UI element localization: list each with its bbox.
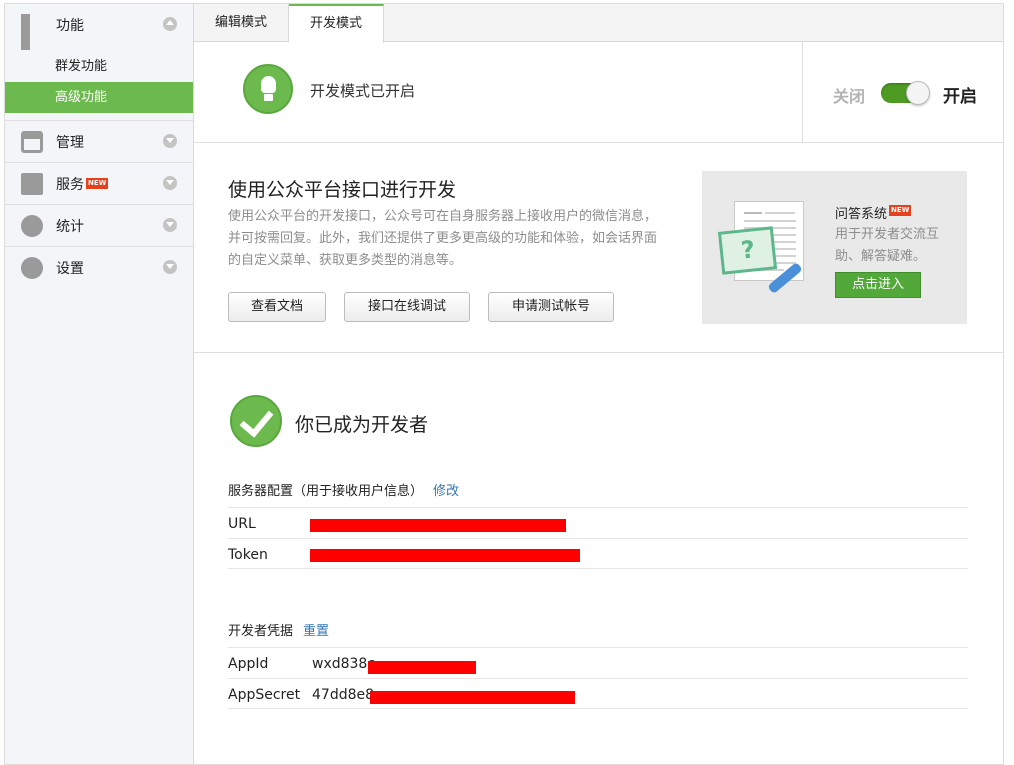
- sidebar-item-advanced[interactable]: 高级功能: [5, 82, 193, 113]
- promo-title: 问答系统 NEW: [835, 205, 912, 222]
- nav-group-service: 服务 NEW: [5, 163, 193, 205]
- appsecret-label: AppSecret: [228, 687, 301, 703]
- gear-icon: [21, 256, 43, 279]
- chevron-down-icon[interactable]: [163, 260, 177, 274]
- nav-stats-label: 统计: [56, 218, 84, 235]
- sidebar-item-mass-send[interactable]: 群发功能: [5, 51, 193, 82]
- new-badge: NEW: [889, 205, 912, 216]
- grid-icon: [21, 13, 43, 50]
- nav-service-label: 服务: [56, 176, 84, 193]
- nav-service[interactable]: 服务 NEW: [5, 163, 193, 204]
- tray-icon: [21, 130, 43, 153]
- url-row: URL: [228, 507, 968, 538]
- toggle-area: 关闭 开启: [802, 42, 1003, 143]
- printer-icon: [21, 172, 43, 195]
- toggle-off-label: 关闭: [833, 87, 866, 106]
- token-label: Token: [228, 547, 268, 563]
- status-text: 开发模式已开启: [310, 82, 416, 100]
- main-panel: 编辑模式 开发模式 开发模式已开启 关闭 开启 使用公众平台接口进行开发 使用公…: [194, 3, 1004, 765]
- redacted-appsecret: [370, 691, 575, 704]
- nav-features-label: 功能: [56, 17, 84, 34]
- nav-settings-label: 设置: [56, 260, 84, 277]
- appsecret-value: 47dd8e8: [312, 687, 375, 703]
- pie-chart-icon: [21, 214, 43, 237]
- server-config-heading: 服务器配置（用于接收用户信息） 修改: [228, 484, 460, 499]
- view-docs-button[interactable]: 查看文档: [228, 292, 326, 322]
- dev-mode-status: 开发模式已开启 关闭 开启: [194, 42, 1003, 143]
- intro-title: 使用公众平台接口进行开发: [228, 179, 457, 201]
- test-account-button[interactable]: 申请测试帐号: [488, 292, 614, 322]
- redacted-token-value: [310, 549, 580, 562]
- toggle-knob[interactable]: [906, 81, 930, 105]
- nav-group-features: 功能 群发功能 高级功能: [5, 4, 193, 121]
- redacted-url-value: [310, 519, 566, 532]
- token-row: Token: [228, 538, 968, 569]
- toggle-on-label: 开启: [943, 87, 977, 107]
- chevron-down-icon[interactable]: [163, 176, 177, 190]
- promo-description: 用于开发者交流互助、解答疑难。: [835, 227, 940, 264]
- chevron-down-icon[interactable]: [163, 134, 177, 148]
- credentials-heading: 开发者凭据 重置: [228, 624, 330, 639]
- enter-qa-button[interactable]: 点击进入: [835, 272, 921, 298]
- api-debug-button[interactable]: 接口在线调试: [344, 292, 470, 322]
- qa-promo-card: ? 问答系统 NEW 用于开发者交流互助、解答疑难。 点击进入: [702, 171, 967, 324]
- new-badge: NEW: [86, 178, 109, 189]
- nav-manage-label: 管理: [56, 134, 84, 151]
- edit-link[interactable]: 修改: [433, 484, 459, 499]
- checkmark-icon: [230, 395, 282, 447]
- redacted-appid: [368, 661, 476, 674]
- lightbulb-icon: [243, 64, 293, 114]
- appid-row: AppId wxd838c: [228, 647, 968, 678]
- chevron-up-icon[interactable]: [163, 17, 177, 31]
- nav-features[interactable]: 功能: [5, 4, 193, 50]
- url-label: URL: [228, 516, 256, 532]
- tab-dev-mode[interactable]: 开发模式: [289, 4, 385, 43]
- tab-edit-mode[interactable]: 编辑模式: [194, 4, 290, 42]
- sidebar: 功能 群发功能 高级功能 管理 服务 NEW 统计 设置: [4, 3, 194, 765]
- question-mark-icon: ?: [717, 226, 778, 275]
- nav-group-stats: 统计: [5, 205, 193, 247]
- appid-value: wxd838c: [312, 656, 376, 672]
- nav-manage[interactable]: 管理: [5, 121, 193, 162]
- chevron-down-icon[interactable]: [163, 218, 177, 232]
- developer-title: 你已成为开发者: [295, 414, 429, 436]
- nav-settings[interactable]: 设置: [5, 247, 193, 288]
- api-intro-section: 使用公众平台接口进行开发 使用公众平台的开发接口，公众号可在自身服务器上接收用户…: [194, 143, 1003, 353]
- nav-group-manage: 管理: [5, 121, 193, 163]
- nav-group-settings: 设置: [5, 247, 193, 288]
- reset-link[interactable]: 重置: [303, 624, 329, 639]
- nav-stats[interactable]: 统计: [5, 205, 193, 246]
- intro-description: 使用公众平台的开发接口，公众号可在自身服务器上接收用户的微信消息，并可按需回复。…: [228, 209, 658, 268]
- appsecret-row: AppSecret 47dd8e8: [228, 678, 968, 709]
- dev-mode-toggle[interactable]: [881, 81, 930, 105]
- appid-label: AppId: [228, 656, 269, 672]
- mode-tabs: 编辑模式 开发模式: [194, 4, 1003, 43]
